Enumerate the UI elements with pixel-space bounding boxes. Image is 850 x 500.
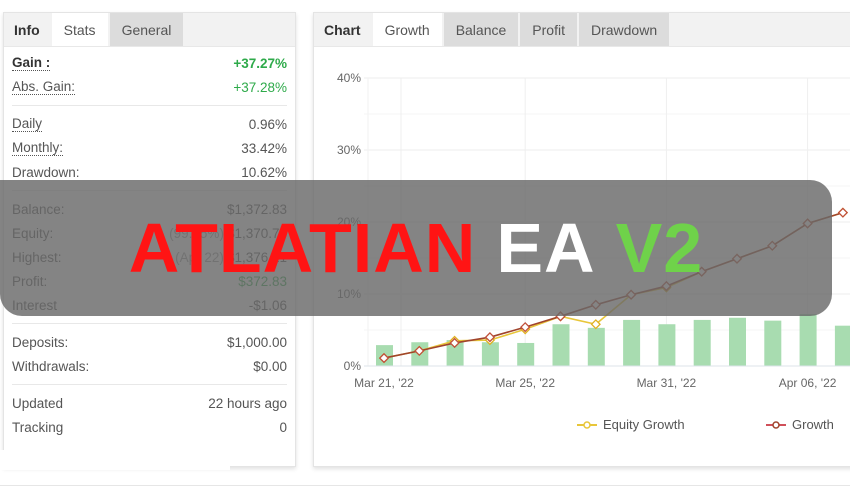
- legend-equity-label: Equity Growth: [603, 417, 685, 432]
- y-tick-label: 30%: [337, 143, 361, 157]
- tab-general[interactable]: General: [109, 13, 184, 46]
- daily-bar: [799, 314, 817, 366]
- withdrawals-value: $0.00: [253, 358, 287, 374]
- daily-bar: [481, 342, 499, 366]
- banner-title-part1: ATLATIAN: [128, 209, 477, 287]
- legend-growth-label: Growth: [792, 417, 834, 432]
- gain-value: +37.27%: [233, 55, 287, 71]
- stat-updated: Updated 22 hours ago: [12, 391, 287, 415]
- tab-info[interactable]: Info: [4, 13, 50, 46]
- tab-growth[interactable]: Growth: [372, 13, 442, 46]
- x-tick-label: Mar 25, '22: [495, 376, 555, 390]
- gain-label[interactable]: Gain :: [12, 55, 51, 71]
- drawdown-label: Drawdown:: [12, 164, 80, 180]
- growth-legend-icon: [766, 420, 786, 429]
- stat-deposits: Deposits: $1,000.00: [12, 330, 287, 354]
- daily-bar: [764, 320, 782, 366]
- updated-value: 22 hours ago: [208, 395, 287, 411]
- stat-monthly: Monthly: 33.42%: [12, 136, 287, 160]
- monthly-label[interactable]: Monthly:: [12, 140, 64, 156]
- abs-gain-value: +37.28%: [233, 79, 287, 95]
- page-divider: [0, 485, 850, 486]
- divider: [12, 384, 287, 385]
- stats-tabs: Info Stats General: [4, 13, 295, 47]
- daily-bar: [693, 319, 711, 366]
- y-tick-label: 0%: [344, 359, 362, 373]
- daily-bar: [587, 327, 605, 366]
- daily-bar: [517, 342, 535, 366]
- banner-title-part3: V2: [615, 209, 704, 287]
- withdrawals-label: Withdrawals:: [12, 358, 90, 374]
- y-tick-label: 40%: [337, 71, 361, 85]
- monthly-value: 33.42%: [241, 140, 287, 156]
- daily-bar: [552, 324, 570, 366]
- tab-balance[interactable]: Balance: [443, 13, 519, 46]
- stat-daily: Daily 0.96%: [12, 112, 287, 136]
- deposits-label: Deposits:: [12, 334, 69, 350]
- divider: [12, 323, 287, 324]
- legend-equity-growth[interactable]: Equity Growth: [577, 417, 685, 432]
- tab-profit[interactable]: Profit: [520, 13, 577, 46]
- updated-label: Updated: [12, 395, 64, 411]
- deposits-value: $1,000.00: [226, 334, 287, 350]
- stat-withdrawals: Withdrawals: $0.00: [12, 354, 287, 378]
- equity-legend-icon: [577, 420, 597, 429]
- stat-gain: Gain : +37.27%: [12, 51, 287, 75]
- chart-tabs: Chart Growth Balance Profit Drawdown: [314, 13, 850, 47]
- divider: [12, 105, 287, 106]
- daily-bar: [658, 324, 676, 366]
- stat-abs-gain: Abs. Gain: +37.28%: [12, 75, 287, 99]
- tab-stats[interactable]: Stats: [51, 13, 108, 46]
- overlay-cover: [0, 450, 230, 470]
- daily-value: 0.96%: [248, 116, 287, 132]
- tracking-label: Tracking: [12, 419, 64, 435]
- daily-label[interactable]: Daily: [12, 116, 43, 132]
- tracking-value: 0: [279, 419, 287, 435]
- x-tick-label: Mar 31, '22: [637, 376, 697, 390]
- abs-gain-label[interactable]: Abs. Gain:: [12, 79, 76, 95]
- x-tick-label: Mar 21, '22: [354, 376, 414, 390]
- growth-point: [837, 207, 849, 218]
- bar-series: [376, 314, 850, 366]
- banner-title-part2: EA: [496, 209, 596, 287]
- drawdown-value: 10.62%: [241, 164, 287, 180]
- tab-chart[interactable]: Chart: [314, 13, 371, 46]
- stat-tracking: Tracking 0: [12, 415, 287, 439]
- legend-growth[interactable]: Growth: [766, 417, 834, 432]
- x-tick-label: Apr 06, '22: [779, 376, 837, 390]
- daily-bar: [834, 325, 850, 366]
- daily-bar: [729, 317, 746, 366]
- tab-drawdown[interactable]: Drawdown: [578, 13, 670, 46]
- promo-banner: ATLATIAN EA V2: [0, 180, 832, 316]
- daily-bar: [623, 319, 641, 366]
